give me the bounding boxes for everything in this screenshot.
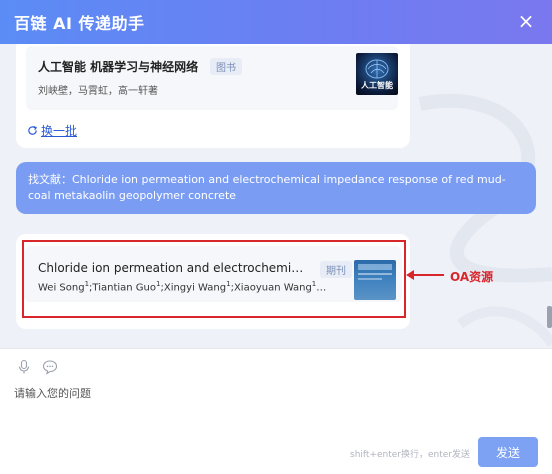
refresh-button[interactable]: 换一批 bbox=[27, 122, 77, 139]
question-input[interactable] bbox=[12, 383, 544, 437]
input-area: shift+enter换行，enter发送 发送 bbox=[0, 348, 552, 474]
book-result-card: 人工智能 机器学习与神经网络 图书 刘峡壁，马霄虹，高一轩著 人工智能 换一批 bbox=[16, 44, 410, 148]
user-query-text: 找文献：Chloride ion permeation and electroc… bbox=[28, 173, 506, 202]
arrow-left-icon bbox=[406, 270, 444, 280]
book-item[interactable]: 人工智能 机器学习与神经网络 图书 刘峡壁，马霄虹，高一轩著 人工智能 bbox=[26, 46, 398, 110]
oa-resource-label: OA资源 bbox=[450, 270, 494, 284]
send-button[interactable]: 发送 bbox=[478, 437, 538, 467]
app-header: 百链 AI 传递助手 × bbox=[0, 0, 552, 44]
keyboard-hint: shift+enter换行，enter发送 bbox=[350, 450, 470, 460]
app-title: 百链 AI 传递助手 bbox=[14, 14, 145, 33]
chat-bubble-icon[interactable] bbox=[42, 359, 58, 375]
scrollbar[interactable] bbox=[547, 306, 552, 328]
refresh-icon bbox=[28, 125, 38, 135]
book-cover-image[interactable]: 人工智能 bbox=[356, 53, 398, 95]
user-query-bubble: 找文献：Chloride ion permeation and electroc… bbox=[16, 162, 536, 214]
oa-highlight-box bbox=[22, 240, 406, 318]
chat-panel[interactable]: 人工智能 机器学习与神经网络 图书 刘峡壁，马霄虹，高一轩著 人工智能 换一批 … bbox=[0, 44, 552, 348]
book-type-badge: 图书 bbox=[210, 58, 242, 75]
close-icon[interactable]: × bbox=[514, 9, 538, 33]
refresh-label[interactable]: 换一批 bbox=[41, 122, 77, 139]
book-authors: 刘峡壁，马霄虹，高一轩著 bbox=[38, 86, 158, 97]
book-title[interactable]: 人工智能 机器学习与神经网络 bbox=[38, 58, 198, 75]
microphone-icon[interactable] bbox=[16, 359, 32, 375]
book-cover-title: 人工智能 bbox=[361, 81, 393, 90]
